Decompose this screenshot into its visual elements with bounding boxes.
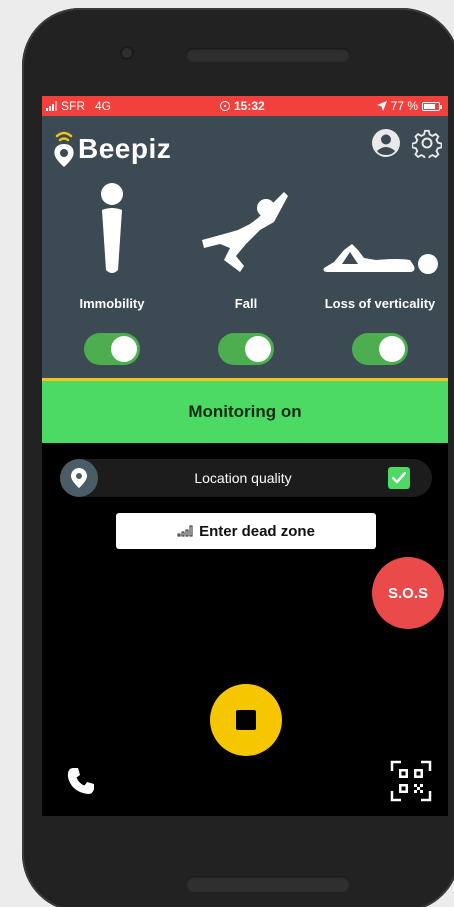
- mode-immobility: Immobility: [42, 166, 182, 365]
- qr-code-icon[interactable]: [390, 760, 432, 802]
- mode-label: Immobility: [79, 296, 145, 311]
- network-type: 4G: [95, 99, 112, 113]
- mode-label: Loss of verticality: [324, 296, 436, 311]
- location-arrow-icon: [376, 101, 387, 111]
- app-logo: Beepiz: [52, 130, 171, 168]
- location-quality-checkbox[interactable]: [388, 467, 410, 489]
- standing-person-icon: [101, 183, 123, 273]
- signal-strength-icon: [46, 101, 57, 111]
- app-name: Beepiz: [78, 133, 172, 164]
- mode-fall: Fall: [176, 166, 316, 365]
- monitoring-status-label: Monitoring on: [188, 402, 302, 421]
- fall-toggle[interactable]: [218, 333, 274, 365]
- battery-percent: 77 %: [390, 99, 418, 113]
- carrier-name: SFR: [61, 99, 85, 113]
- sos-label: S.O.S: [387, 584, 428, 602]
- clock: 15:32: [234, 99, 265, 113]
- location-quality-bar: Location quality: [60, 459, 432, 497]
- battery-icon: [422, 101, 442, 111]
- mode-loss-of-verticality: Loss of verticality: [310, 166, 448, 365]
- alarm-icon: [220, 101, 230, 111]
- falling-person-icon: [202, 192, 288, 272]
- sos-button[interactable]: S.O.S: [372, 557, 444, 629]
- enter-dead-zone-button[interactable]: Enter dead zone: [116, 513, 376, 549]
- beepiz-pin-icon: [54, 131, 74, 167]
- earpiece-speaker: [186, 48, 350, 62]
- immobility-toggle[interactable]: [84, 333, 140, 365]
- lying-person-icon: [323, 244, 438, 274]
- location-pin-icon: [60, 459, 98, 497]
- stop-monitoring-button[interactable]: [210, 684, 282, 756]
- stop-icon: [236, 710, 256, 730]
- header-panel: Beepiz Immobility Fall Loss of verticali…: [42, 116, 448, 378]
- mode-label: Fall: [234, 296, 258, 311]
- monitoring-status-bar[interactable]: Monitoring on: [42, 381, 448, 443]
- signal-bars-icon: [177, 525, 193, 537]
- enter-dead-zone-label: Enter dead zone: [199, 522, 315, 540]
- bottom-speaker: [186, 876, 350, 892]
- front-camera: [120, 46, 134, 60]
- phone-icon[interactable]: [66, 766, 96, 796]
- settings-gear-icon[interactable]: [412, 128, 442, 158]
- location-quality-label: Location quality: [194, 470, 292, 486]
- checkmark-icon: [392, 472, 406, 484]
- loss-of-verticality-toggle[interactable]: [352, 333, 408, 365]
- status-bar: SFR 4G 15:32 77 %: [42, 96, 448, 116]
- account-icon[interactable]: [372, 129, 400, 157]
- app-screen: SFR 4G 15:32 77 % Beepiz Immobility Fall…: [42, 96, 448, 816]
